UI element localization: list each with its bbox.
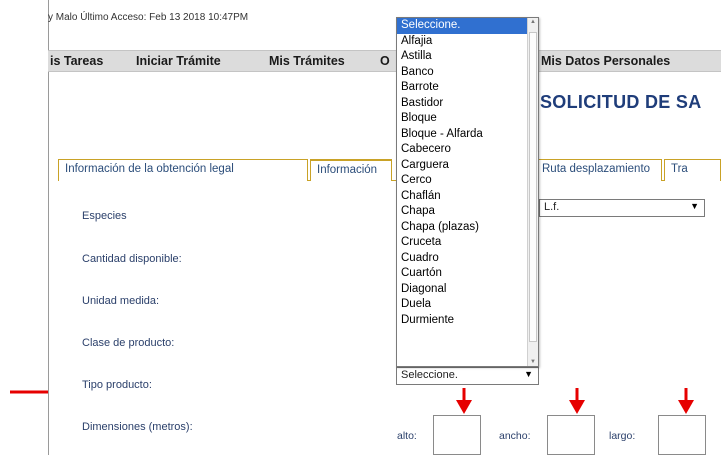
- dropdown-option[interactable]: Chapa (plazas): [397, 220, 538, 236]
- label-alto: alto:: [397, 430, 417, 442]
- menu-item-mis-tramites[interactable]: Mis Trámites: [269, 54, 345, 68]
- tab-strip: Información de la obtención legal Inform…: [58, 159, 721, 181]
- largo-input[interactable]: [658, 415, 706, 455]
- dropdown-option[interactable]: Duela: [397, 297, 538, 313]
- dropdown-option[interactable]: Cruceta: [397, 235, 538, 251]
- label-tipo-producto: Tipo producto:: [82, 379, 152, 391]
- tipo-producto-select-value: Seleccione.: [401, 369, 458, 381]
- dropdown-option[interactable]: Barrote: [397, 80, 538, 96]
- especies-select-value: L.f.: [544, 201, 560, 213]
- scroll-down-icon[interactable]: ▼: [529, 359, 537, 365]
- menu-item-mis-tareas[interactable]: is Tareas: [50, 54, 103, 68]
- annotation-arrow-down-icon: [569, 388, 585, 414]
- scroll-up-icon[interactable]: ▲: [529, 19, 537, 25]
- dropdown-option[interactable]: Cuadro: [397, 251, 538, 267]
- dropdown-option[interactable]: Astilla: [397, 49, 538, 65]
- dropdown-options: Seleccione. Alfajia Astilla Banco Barrote Bas…: [397, 18, 538, 328]
- chevron-down-icon: ▼: [690, 201, 699, 211]
- ancho-input[interactable]: [547, 415, 595, 455]
- menu-item-mis-datos-personales[interactable]: Mis Datos Personales: [541, 54, 670, 68]
- annotation-arrow-down-icon: [456, 388, 472, 414]
- dropdown-option[interactable]: Carguera: [397, 158, 538, 174]
- dropdown-option[interactable]: Cerco: [397, 173, 538, 189]
- last-access-text: y Malo Último Acceso: Feb 13 2018 10:47P…: [48, 12, 249, 23]
- annotation-arrow-down-icon: [678, 388, 694, 414]
- label-largo: largo:: [609, 430, 636, 442]
- dropdown-option[interactable]: Chapa: [397, 204, 538, 220]
- tab-obtencion-legal[interactable]: Información de la obtención legal: [58, 159, 308, 181]
- dropdown-option[interactable]: Durmiente: [397, 313, 538, 329]
- label-clase-producto: Clase de producto:: [82, 337, 175, 349]
- label-dimensiones: Dimensiones (metros):: [82, 421, 193, 433]
- especies-select[interactable]: L.f. ▼: [539, 199, 705, 217]
- scrollbar-thumb[interactable]: [529, 32, 537, 342]
- dropdown-option[interactable]: Cuartón: [397, 266, 538, 282]
- label-ancho: ancho:: [499, 430, 531, 442]
- dropdown-option[interactable]: Cabecero: [397, 142, 538, 158]
- menu-item-partial[interactable]: O: [380, 54, 390, 68]
- label-unidad-medida: Unidad medida:: [82, 295, 160, 307]
- dropdown-option[interactable]: Alfajia: [397, 34, 538, 50]
- tab-informacion[interactable]: Información: [310, 159, 392, 181]
- label-especies: Especies: [82, 210, 127, 222]
- menu-item-iniciar-tramite[interactable]: Iniciar Trámite: [136, 54, 221, 68]
- tipo-producto-dropdown-list[interactable]: Seleccione. Alfajia Astilla Banco Barrote Bas…: [396, 17, 539, 367]
- chevron-down-icon: ▼: [524, 369, 533, 379]
- tipo-producto-select[interactable]: Seleccione. ▼: [396, 367, 539, 385]
- page-title: SOLICITUD DE SA: [540, 92, 702, 112]
- dropdown-option[interactable]: Bastidor: [397, 96, 538, 112]
- dropdown-option[interactable]: Seleccione.: [397, 18, 538, 34]
- dropdown-option[interactable]: Bloque - Alfarda: [397, 127, 538, 143]
- alto-input[interactable]: [433, 415, 481, 455]
- dropdown-option[interactable]: Banco: [397, 65, 538, 81]
- dropdown-scrollbar[interactable]: ▲ ▼: [527, 18, 538, 366]
- dropdown-option[interactable]: Chaflán: [397, 189, 538, 205]
- label-cantidad-disponible: Cantidad disponible:: [82, 253, 182, 265]
- main-menu-bar: is Tareas Iniciar Trámite Mis Trámites O…: [48, 50, 721, 72]
- dropdown-option[interactable]: Diagonal: [397, 282, 538, 298]
- tab-tra[interactable]: Tra: [664, 159, 721, 181]
- tab-ruta-desplazamiento[interactable]: Ruta desplazamiento: [535, 159, 662, 181]
- dropdown-option[interactable]: Bloque: [397, 111, 538, 127]
